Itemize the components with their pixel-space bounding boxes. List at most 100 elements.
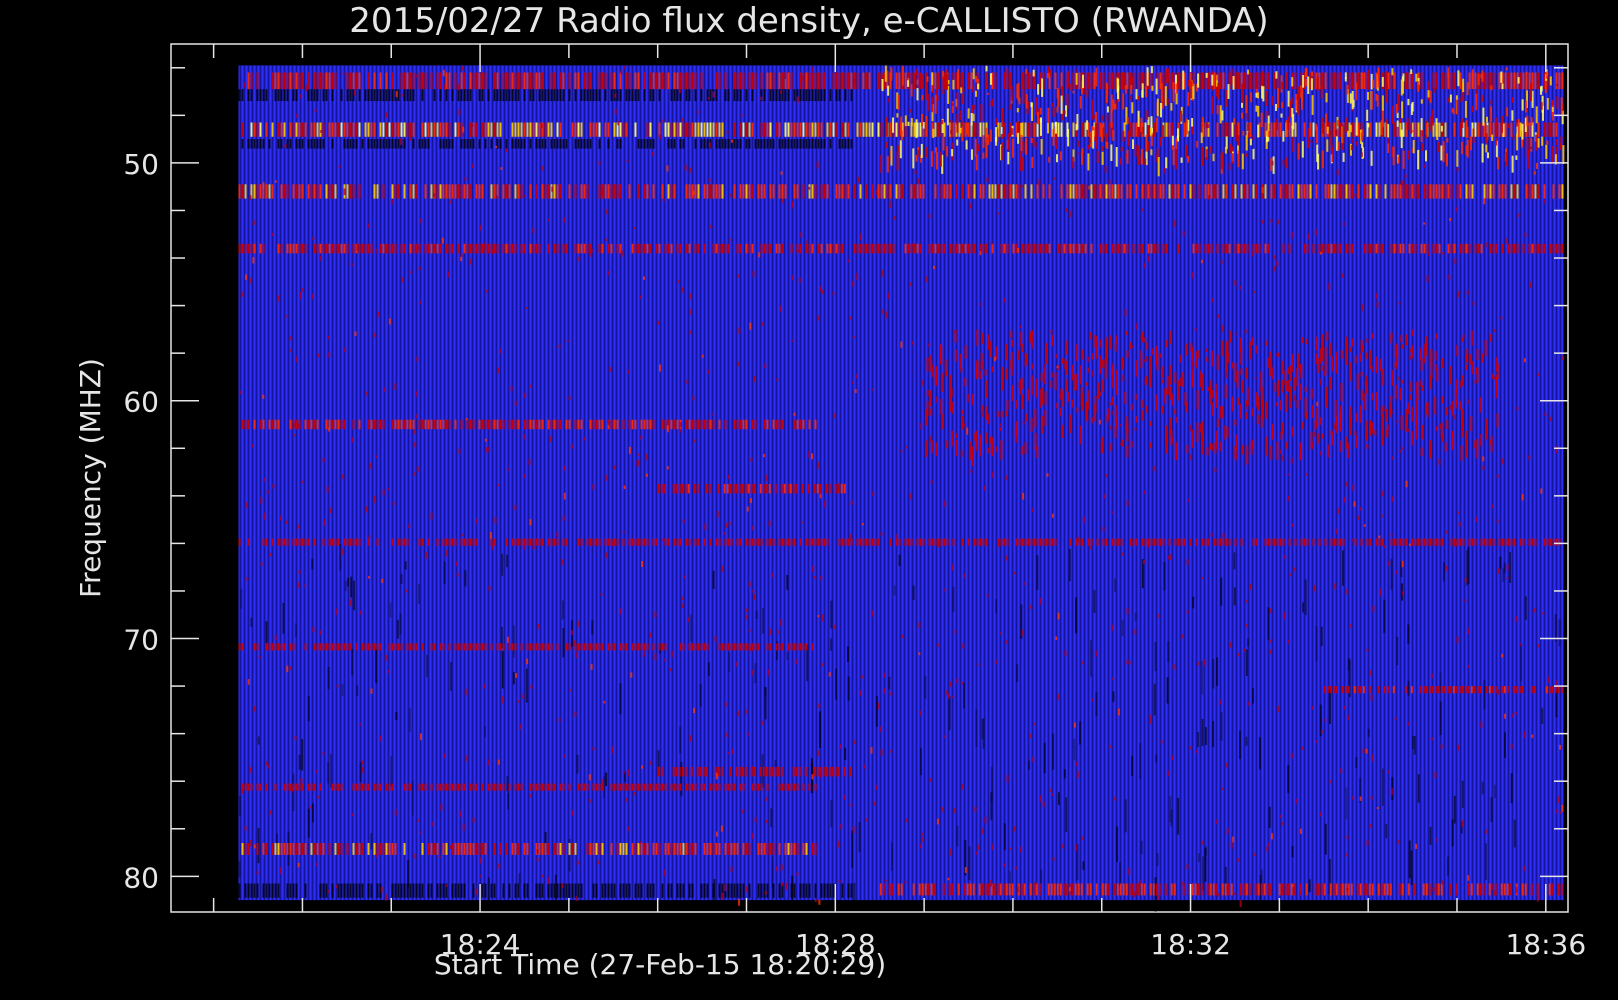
emission-band-segment	[1069, 538, 1072, 546]
emission-band-segment	[622, 122, 625, 137]
emission-band-segment	[769, 843, 772, 855]
burst-segment	[1374, 429, 1377, 436]
emission-band-segment	[949, 243, 952, 254]
noise-dot	[1267, 842, 1270, 847]
noise-dot	[1211, 298, 1214, 303]
emission-band-segment	[412, 72, 415, 90]
dark-band-segment	[493, 883, 496, 898]
dark-band-segment	[322, 139, 325, 149]
emission-band-segment	[478, 72, 481, 90]
noise-dot	[1501, 458, 1504, 465]
burst-segment	[1124, 391, 1127, 404]
noise-dot	[568, 396, 571, 400]
burst-segment	[1095, 335, 1098, 356]
emission-band-segment	[1288, 184, 1291, 199]
emission-band-segment	[1552, 122, 1555, 137]
dark-band-segment	[262, 883, 265, 898]
emission-band-segment	[820, 122, 823, 137]
burst-segment	[1242, 131, 1245, 136]
noise-dot	[666, 425, 669, 433]
emission-band-segment	[657, 766, 660, 777]
burst-segment	[1041, 78, 1044, 97]
emission-band-segment	[664, 419, 667, 430]
emission-band-segment	[304, 538, 307, 546]
burst-segment	[1241, 102, 1243, 108]
burst-segment	[1276, 119, 1279, 131]
emission-band-segment	[1279, 538, 1282, 546]
emission-band-segment	[1225, 184, 1228, 199]
emission-band-segment	[313, 72, 316, 90]
emission-band-segment	[1480, 122, 1483, 137]
emission-band-segment	[762, 483, 765, 494]
noise-dot	[1402, 180, 1405, 186]
noise-dot	[318, 795, 321, 799]
noise-streak	[1252, 688, 1255, 704]
noise-dot	[692, 395, 695, 401]
emission-band-segment	[502, 783, 505, 791]
burst-segment	[1022, 88, 1025, 104]
burst-segment	[975, 430, 978, 447]
emission-band-segment	[652, 72, 655, 90]
dark-band-segment	[388, 89, 391, 102]
burst-segment	[1241, 153, 1244, 170]
dark-band-segment	[391, 139, 394, 149]
burst-segment	[940, 346, 943, 366]
noise-streak	[605, 772, 608, 787]
emission-band-segment	[514, 243, 517, 254]
noise-streak	[1328, 689, 1331, 724]
burst-segment	[1525, 71, 1528, 90]
emission-band-segment	[1501, 243, 1504, 254]
burst-segment	[1301, 337, 1304, 344]
burst-segment	[1210, 385, 1213, 405]
burst-segment	[1366, 444, 1369, 449]
burst-segment	[1201, 117, 1204, 128]
dark-band-segment	[835, 89, 838, 102]
burst-segment	[1300, 442, 1303, 460]
emission-band-segment	[946, 184, 949, 199]
burst-segment	[1117, 78, 1120, 91]
emission-band-segment	[781, 419, 784, 430]
dark-band-segment	[538, 883, 541, 898]
dark-band-segment	[259, 89, 262, 102]
emission-band-segment	[688, 184, 691, 199]
emission-band-segment	[1402, 184, 1405, 199]
dark-band-segment	[550, 883, 553, 898]
dark-band-segment	[400, 883, 403, 898]
emission-band-segment	[244, 843, 247, 855]
emission-band-segment	[709, 419, 712, 430]
emission-band-segment	[292, 843, 295, 855]
emission-band-segment	[1477, 243, 1480, 254]
burst-segment	[1036, 378, 1038, 398]
burst-segment	[1201, 373, 1204, 391]
dark-band-segment	[379, 89, 382, 102]
dark-band-segment	[316, 89, 319, 102]
emission-band-segment	[1323, 883, 1326, 896]
burst-segment	[1087, 153, 1090, 171]
burst-segment	[1287, 90, 1290, 107]
emission-band-segment	[376, 538, 379, 546]
dark-band-segment	[319, 139, 322, 149]
emission-band-segment	[835, 184, 838, 199]
emission-band-segment	[829, 243, 832, 254]
dark-band-segment	[769, 89, 772, 102]
emission-band-segment	[742, 843, 745, 855]
dark-band-segment	[580, 139, 583, 149]
dark-band-segment	[481, 89, 484, 102]
emission-band-segment	[763, 122, 766, 137]
noise-dot	[1381, 490, 1384, 497]
noise-dot	[753, 593, 756, 600]
emission-band-segment	[1425, 883, 1428, 896]
emission-band-segment	[1483, 184, 1486, 199]
emission-band-segment	[1423, 538, 1426, 546]
emission-band-segment	[808, 783, 811, 791]
noise-dot	[1144, 158, 1147, 166]
emission-band-segment	[541, 783, 544, 791]
noise-dot	[1191, 366, 1194, 371]
burst-segment	[1310, 78, 1313, 91]
emission-band-segment	[1420, 538, 1423, 546]
emission-band-segment	[1335, 883, 1338, 896]
emission-band-segment	[532, 783, 535, 791]
emission-band-segment	[1555, 538, 1558, 546]
emission-band-segment	[1033, 243, 1036, 254]
noise-streak	[1197, 731, 1200, 748]
